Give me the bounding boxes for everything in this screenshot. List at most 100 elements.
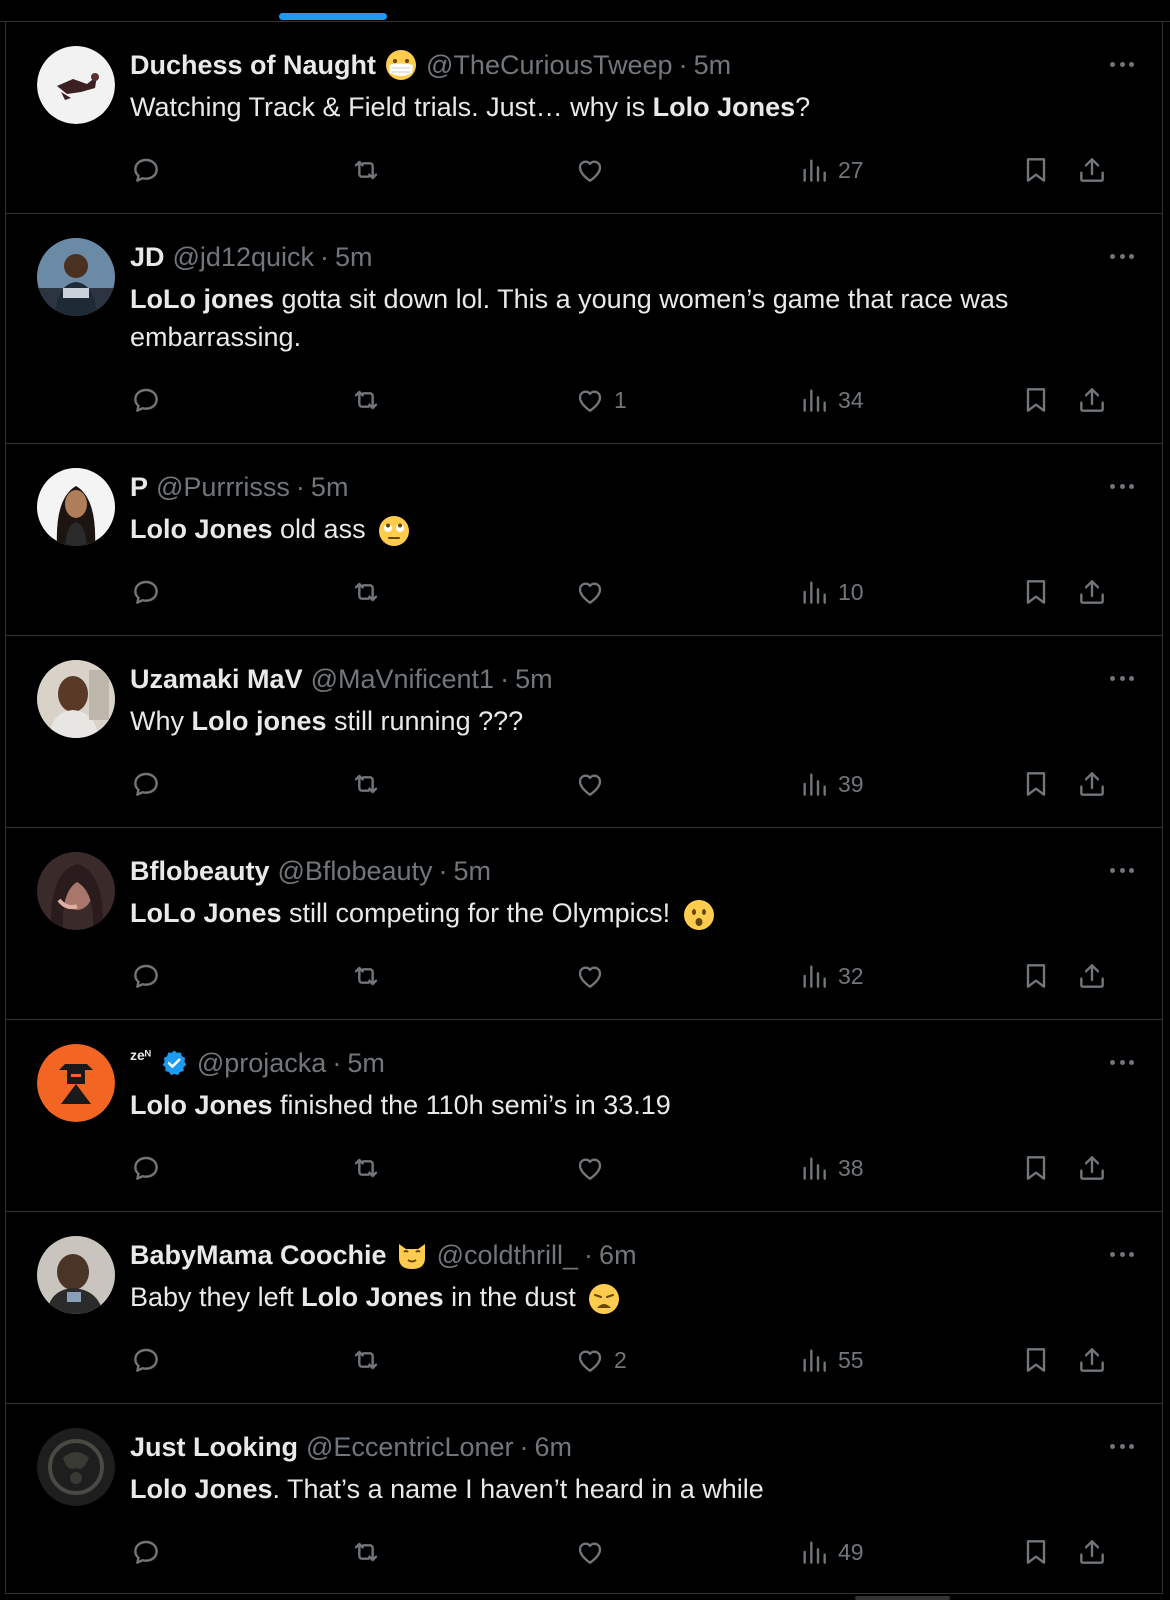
more-options-icon[interactable] (1110, 1434, 1134, 1458)
like-button[interactable] (574, 764, 614, 804)
share-button[interactable] (1076, 380, 1108, 420)
display-name[interactable]: zeᴺ (130, 1047, 151, 1063)
more-options-icon[interactable] (1110, 1050, 1134, 1074)
more-options-icon[interactable] (1110, 1242, 1134, 1266)
views-button[interactable]: 55 (798, 1340, 864, 1380)
user-handle[interactable]: @Bflobeauty (278, 856, 433, 887)
retweet-button[interactable] (350, 150, 382, 190)
user-handle[interactable]: @coldthrill_ (437, 1240, 578, 1271)
bookmark-button[interactable] (1020, 764, 1052, 804)
views-button[interactable]: 32 (798, 956, 864, 996)
more-options-icon[interactable] (1110, 858, 1134, 882)
bookmark-button[interactable] (1020, 1340, 1052, 1380)
more-options-icon[interactable] (1110, 666, 1134, 690)
retweet-button[interactable] (350, 1532, 382, 1572)
bookmark-button[interactable] (1020, 1148, 1052, 1188)
like-button[interactable] (574, 572, 614, 612)
timestamp[interactable]: 5m (454, 856, 492, 887)
timestamp[interactable]: 5m (311, 472, 349, 503)
views-button[interactable]: 38 (798, 1148, 864, 1188)
tweet[interactable]: P @Purrrisss · 5m Lolo Jones old ass 10 (5, 444, 1163, 636)
reply-button[interactable] (130, 150, 162, 190)
more-options-icon[interactable] (1110, 52, 1134, 76)
display-name[interactable]: BabyMama Coochie (130, 1240, 387, 1271)
display-name[interactable]: Just Looking (130, 1432, 298, 1463)
timestamp[interactable]: 5m (347, 1048, 385, 1079)
share-button[interactable] (1076, 150, 1108, 190)
tweet[interactable]: Uzamaki MaV @MaVnificent1 · 5m Why Lolo … (5, 636, 1163, 828)
share-button[interactable] (1076, 1148, 1108, 1188)
like-button[interactable] (574, 1532, 614, 1572)
retweet-button[interactable] (350, 1340, 382, 1380)
views-button[interactable]: 39 (798, 764, 864, 804)
share-button[interactable] (1076, 956, 1108, 996)
timestamp[interactable]: 5m (335, 242, 373, 273)
tweet[interactable]: Duchess of Naught @TheCuriousTweep · 5m … (5, 22, 1163, 214)
timestamp[interactable]: 6m (535, 1432, 573, 1463)
user-handle[interactable]: @EccentricLoner (306, 1432, 514, 1463)
tweet[interactable]: BabyMama Coochie @coldthrill_ · 6m Baby … (5, 1212, 1163, 1404)
retweet-button[interactable] (350, 764, 382, 804)
reply-button[interactable] (130, 1340, 162, 1380)
share-button[interactable] (1076, 572, 1108, 612)
user-handle[interactable]: @TheCuriousTweep (426, 50, 673, 81)
timestamp[interactable]: 5m (694, 50, 732, 81)
reply-button[interactable] (130, 956, 162, 996)
display-name[interactable]: Uzamaki MaV (130, 664, 303, 695)
retweet-button[interactable] (350, 956, 382, 996)
avatar[interactable] (37, 1428, 115, 1506)
tweet-header: Duchess of Naught @TheCuriousTweep · 5m (130, 47, 1102, 83)
avatar[interactable] (37, 468, 115, 546)
views-button[interactable]: 49 (798, 1532, 864, 1572)
user-handle[interactable]: @Purrrisss (156, 472, 290, 503)
retweet-button[interactable] (350, 1148, 382, 1188)
avatar[interactable] (37, 1044, 115, 1122)
like-button[interactable] (574, 150, 614, 190)
like-button[interactable] (574, 956, 614, 996)
bookmark-button[interactable] (1020, 150, 1052, 190)
tweet[interactable]: JD @jd12quick · 5m LoLo jones gotta sit … (5, 214, 1163, 444)
bookmark-button[interactable] (1020, 1532, 1052, 1572)
reply-button[interactable] (130, 380, 162, 420)
avatar[interactable] (37, 46, 115, 124)
like-button[interactable] (574, 1148, 614, 1188)
retweet-button[interactable] (350, 572, 382, 612)
reply-button[interactable] (130, 1532, 162, 1572)
horizontal-scrollbar[interactable] (855, 1596, 950, 1600)
like-button[interactable]: 1 (574, 380, 627, 420)
bookmark-button[interactable] (1020, 380, 1052, 420)
view-count: 49 (838, 1538, 864, 1565)
display-name[interactable]: Bflobeauty (130, 856, 270, 887)
tweet[interactable]: zeᴺ @projacka · 5m Lolo Jones finished t… (5, 1020, 1163, 1212)
text-segment: in the dust (443, 1282, 584, 1312)
display-name[interactable]: JD (130, 242, 165, 273)
avatar[interactable] (37, 660, 115, 738)
user-handle[interactable]: @projacka (197, 1048, 326, 1079)
share-button[interactable] (1076, 1340, 1108, 1380)
avatar[interactable] (37, 238, 115, 316)
more-options-icon[interactable] (1110, 474, 1134, 498)
reply-button[interactable] (130, 572, 162, 612)
share-button[interactable] (1076, 764, 1108, 804)
more-options-icon[interactable] (1110, 244, 1134, 268)
views-button[interactable]: 27 (798, 150, 864, 190)
views-button[interactable]: 34 (798, 380, 864, 420)
timestamp[interactable]: 6m (599, 1240, 637, 1271)
display-name[interactable]: Duchess of Naught (130, 50, 376, 81)
user-handle[interactable]: @jd12quick (173, 242, 315, 273)
share-button[interactable] (1076, 1532, 1108, 1572)
retweet-button[interactable] (350, 380, 382, 420)
views-button[interactable]: 10 (798, 572, 864, 612)
reply-button[interactable] (130, 764, 162, 804)
like-button[interactable]: 2 (574, 1340, 627, 1380)
timestamp[interactable]: 5m (515, 664, 553, 695)
display-name[interactable]: P (130, 472, 148, 503)
tweet[interactable]: Bflobeauty @Bflobeauty · 5m LoLo Jones s… (5, 828, 1163, 1020)
avatar[interactable] (37, 852, 115, 930)
bookmark-button[interactable] (1020, 572, 1052, 612)
tweet[interactable]: Just Looking @EccentricLoner · 6m Lolo J… (5, 1404, 1163, 1594)
bookmark-button[interactable] (1020, 956, 1052, 996)
user-handle[interactable]: @MaVnificent1 (311, 664, 495, 695)
avatar[interactable] (37, 1236, 115, 1314)
reply-button[interactable] (130, 1148, 162, 1188)
